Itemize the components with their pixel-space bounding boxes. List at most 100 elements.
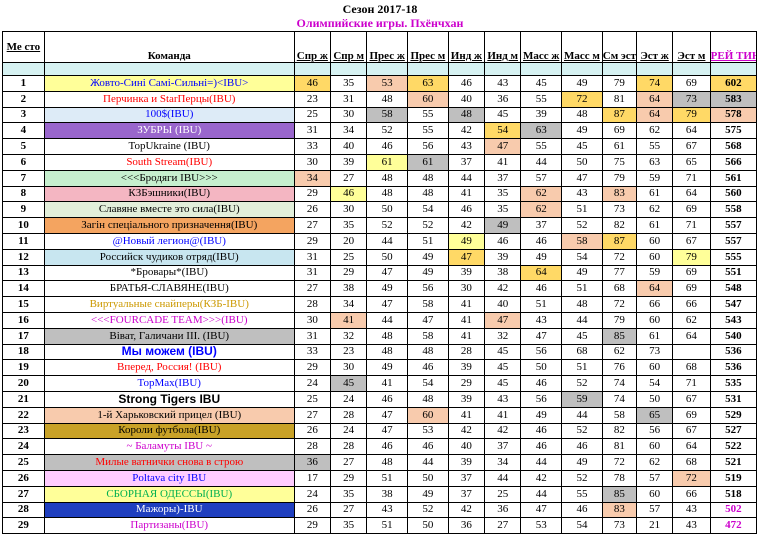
score-cell: 27 (329, 454, 368, 471)
score-cell: 35 (329, 75, 368, 92)
score-cell: 26 (293, 501, 331, 519)
table-row: 24 ~ Баламуты IBU ~28 28 46 46 40 37 46 46 81 60 64… (2, 438, 758, 456)
score-cell: 37 (484, 169, 522, 187)
table-row: 25 Милые ватнички снова в строю 36 27 48 44 39… (2, 454, 758, 471)
table-row: 26 Poltava city IBU 17 29 51 50 37 44 42 52 78 57 72… (2, 469, 758, 487)
team-name-cell: TopUkraine (IBU) (43, 138, 295, 155)
team-name-cell: БРАТЬЯ-СЛАВЯНЕ(IBU) (43, 280, 295, 298)
place-cell: 14 (2, 280, 45, 298)
score-cell: 37 (447, 469, 486, 487)
score-cell: 78 (601, 469, 637, 487)
score-cell: 41 (484, 153, 522, 171)
table-row: 6 South Stream(IBU) 30 39 61 61 37 41 44 50 75 63 65… (2, 153, 758, 171)
score-cell: 55 (635, 138, 674, 155)
score-cell: 45 (484, 343, 522, 361)
rating-cell: 583 (709, 90, 758, 108)
score-cell: 61 (601, 138, 637, 155)
team-header: Команда (43, 31, 295, 63)
score-cell: 69 (672, 280, 711, 298)
score-cell: 52 (407, 217, 449, 234)
column-header: Масс ж (520, 31, 563, 63)
score-cell: 62 (635, 454, 674, 471)
place-cell: 25 (2, 454, 45, 471)
score-cell: 81 (601, 438, 637, 456)
score-cell: 45 (484, 106, 522, 124)
score-cell: 55 (407, 106, 449, 124)
rating-header: РЕЙ ТИНГ (709, 31, 758, 63)
table-row: 21 Strong Tigers IBU 25 24 46 48 39 43 56 59 74 50 6… (2, 390, 758, 408)
column-header: Инд ж (447, 31, 486, 63)
score-cell: 40 (484, 296, 522, 313)
table-row: 1 Жовто-Сині Самі-Сильні=)<IBU> 46 35 53 63 46… (2, 75, 758, 92)
table-row: 10 Загін спеціального призначення(IBU) 27 3… (2, 217, 758, 234)
score-cell: 65 (635, 406, 674, 424)
score-cell: 38 (366, 485, 409, 503)
score-cell: 64 (672, 122, 711, 140)
score-cell: 73 (672, 90, 711, 108)
score-cell: 30 (293, 311, 331, 329)
score-cell: 54 (407, 375, 449, 392)
score-cell: 24 (293, 485, 331, 503)
score-cell: 35 (329, 517, 368, 534)
team-name-cell: Партизаны(IBU) (43, 517, 295, 534)
score-cell: 34 (484, 454, 522, 471)
team-name-cell: South Stream(IBU) (43, 153, 295, 171)
score-cell: 68 (672, 454, 711, 471)
score-cell: 26 (293, 422, 331, 440)
score-cell: 49 (561, 122, 603, 140)
standings-table: Ме сто Команда Спр ж Спр м Прес ж Прес м Инд… (2, 31, 758, 534)
score-cell: 49 (447, 232, 486, 250)
score-cell: 58 (407, 327, 449, 345)
score-cell: 29 (329, 264, 368, 282)
score-cell: 47 (366, 296, 409, 313)
score-cell: 62 (672, 311, 711, 329)
score-cell: 49 (561, 75, 603, 92)
score-cell: 41 (366, 375, 409, 392)
score-cell: 52 (561, 469, 603, 487)
score-cell: 21 (635, 517, 674, 534)
score-cell: 74 (601, 390, 637, 408)
score-cell: 37 (447, 485, 486, 503)
score-cell: 35 (329, 217, 368, 234)
rating-cell: 557 (709, 232, 758, 250)
score-cell: 51 (561, 359, 603, 377)
place-cell: 26 (2, 469, 45, 487)
score-cell: 29 (293, 517, 331, 534)
score-cell: 40 (447, 90, 486, 108)
score-cell: 27 (293, 406, 331, 424)
score-cell: 34 (329, 296, 368, 313)
score-cell: 49 (520, 248, 563, 266)
score-cell: 60 (407, 90, 449, 108)
place-cell: 9 (2, 201, 45, 219)
score-cell: 49 (366, 359, 409, 377)
score-cell: 61 (635, 217, 674, 234)
rating-cell: 548 (709, 280, 758, 298)
score-cell: 58 (561, 232, 603, 250)
table-row: 27 СБОРНАЯ ОДЕССЫ(IBU) 24 35 38 49 37 25 44 55 85 6… (2, 485, 758, 503)
score-cell: 49 (407, 485, 449, 503)
column-header: Эст ж (635, 31, 674, 63)
score-cell: 53 (520, 517, 563, 534)
score-cell: 42 (484, 422, 522, 440)
place-cell: 24 (2, 438, 45, 456)
score-cell: 31 (293, 248, 331, 266)
score-cell: 29 (329, 469, 368, 487)
table-row: 17 Віват, Галичани ІІІ. (IBU) 31 32 48 58 41 32… (2, 327, 758, 345)
score-cell: 72 (601, 296, 637, 313)
score-cell: 47 (484, 138, 522, 155)
score-cell: 51 (407, 232, 449, 250)
score-cell: 34 (293, 169, 331, 187)
score-cell: 31 (293, 327, 331, 345)
score-cell: 46 (447, 75, 486, 92)
table-row: 20 TopMax(IBU) 24 45 41 54 29 45 46 52 74 54 71 535 (2, 375, 758, 392)
score-cell: 46 (407, 438, 449, 456)
score-cell: 73 (635, 343, 674, 361)
score-cell: 79 (601, 311, 637, 329)
score-cell: 46 (366, 390, 409, 408)
score-cell: 43 (447, 138, 486, 155)
table-row: 14 БРАТЬЯ-СЛАВЯНЕ(IBU) 27 38 49 56 30 42 46 51 68 6… (2, 280, 758, 298)
score-cell: 45 (484, 359, 522, 377)
score-cell: 45 (561, 327, 603, 345)
score-cell: 61 (366, 153, 409, 171)
score-cell: 54 (561, 517, 603, 534)
